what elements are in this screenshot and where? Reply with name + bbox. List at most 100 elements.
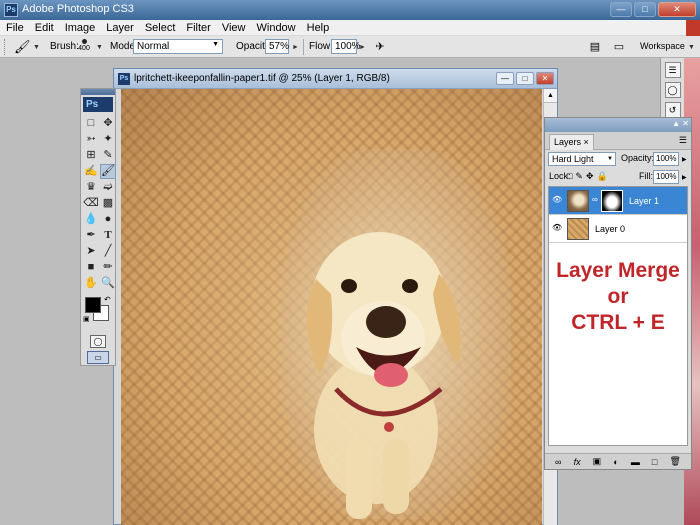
notes-tool-icon[interactable]: ■: [83, 260, 99, 275]
tool-preset-caret-icon[interactable]: ▼: [33, 44, 40, 51]
airbrush-icon[interactable]: ✈: [373, 40, 387, 54]
brush-caret-icon[interactable]: ▼: [96, 44, 103, 51]
doc-maximize-button[interactable]: □: [516, 72, 534, 85]
new-group-icon[interactable]: ▬: [631, 457, 640, 467]
mode-select[interactable]: Normal ▼: [133, 39, 223, 54]
layer-row-layer-1[interactable]: 👁 ∞ Layer 1: [549, 187, 687, 215]
path-selection-tool-icon[interactable]: ➤: [83, 244, 99, 259]
annotation-text: Layer Merge or CTRL + E: [544, 258, 692, 336]
crop-tool-icon[interactable]: ⊞: [83, 148, 99, 163]
layer-style-icon[interactable]: fx: [574, 457, 581, 467]
brush-size: 400: [78, 45, 90, 52]
color-swatches: ↶ ▣: [81, 295, 115, 325]
add-mask-icon[interactable]: ▣: [593, 456, 602, 467]
layer-opacity-value: 100%: [656, 154, 677, 163]
tab-layers[interactable]: Layers ×: [549, 134, 594, 150]
workspace-menu[interactable]: Workspace: [640, 41, 685, 51]
navigator-icon[interactable]: ◯: [664, 82, 681, 98]
menu-select[interactable]: Select: [145, 22, 176, 34]
menu-file[interactable]: File: [6, 22, 24, 34]
swap-colors-icon[interactable]: ↶: [104, 295, 111, 304]
adjustment-layer-icon[interactable]: ◐: [613, 457, 618, 467]
menu-help[interactable]: Help: [307, 22, 330, 34]
layer-opacity-label: Opacity:: [621, 153, 655, 163]
flow-caret-icon[interactable]: ►: [359, 44, 366, 51]
lock-options-icons[interactable]: □✎✥🔒: [567, 171, 611, 182]
eraser-tool-icon[interactable]: ⌫: [83, 196, 99, 211]
brush-preset-picker[interactable]: 400: [74, 37, 94, 57]
dodge-tool-icon[interactable]: ●: [100, 212, 116, 227]
menu-image[interactable]: Image: [65, 22, 96, 34]
palette-icon[interactable]: ▤: [588, 40, 602, 54]
workspace-caret-icon[interactable]: ▼: [688, 44, 695, 51]
panel-dock-icon[interactable]: ☰: [664, 62, 681, 78]
visibility-eye-icon[interactable]: 👁: [552, 224, 562, 232]
menu-window[interactable]: Window: [257, 22, 296, 34]
new-layer-icon[interactable]: □: [652, 457, 657, 467]
document-title-bar[interactable]: Ps lpritchett-ikeeponfallin-paper1.tif @…: [114, 69, 557, 89]
marquee-tool-icon[interactable]: □: [83, 116, 99, 131]
maximize-button[interactable]: □: [634, 2, 656, 17]
fill-value: 100%: [656, 172, 677, 181]
lasso-tool-icon[interactable]: ➳: [83, 132, 99, 147]
opacity-caret-icon[interactable]: ►: [292, 44, 299, 51]
blur-tool-icon[interactable]: 💧: [83, 212, 99, 227]
photoshop-logo[interactable]: Ps: [83, 97, 113, 112]
fill-field[interactable]: 100%: [653, 170, 679, 184]
menu-layer[interactable]: Layer: [106, 22, 134, 34]
tools-bottom: ◯ ▭: [81, 335, 115, 364]
eyedropper-tool-icon[interactable]: ✏: [100, 260, 116, 275]
bridge-icon[interactable]: ▭: [612, 40, 626, 54]
panel-menu-icon[interactable]: ☰: [679, 135, 687, 146]
options-grip[interactable]: [4, 39, 7, 55]
brush-tool-icon[interactable]: 🖌: [100, 164, 116, 179]
slice-tool-icon[interactable]: ✎: [100, 148, 116, 163]
blend-mode-value: Hard Light: [552, 154, 594, 164]
line-tool-icon[interactable]: ╱: [100, 244, 116, 259]
move-tool-icon[interactable]: ✥: [100, 116, 116, 131]
hand-tool-icon[interactable]: ✋: [83, 276, 99, 291]
tools-panel-header[interactable]: [81, 89, 115, 95]
visibility-eye-icon[interactable]: 👁: [552, 196, 562, 204]
doc-close-button[interactable]: ✕: [536, 72, 554, 85]
menu-view[interactable]: View: [222, 22, 246, 34]
brush-icon[interactable]: 🖌: [14, 39, 31, 55]
scroll-up-icon[interactable]: ▲: [544, 89, 557, 103]
flow-field[interactable]: 100%: [331, 39, 361, 54]
quick-mask-icon[interactable]: ◯: [90, 335, 106, 348]
layer-row-layer-0[interactable]: 👁 Layer 0: [549, 215, 687, 243]
magic-wand-tool-icon[interactable]: ✦: [100, 132, 116, 147]
zoom-tool-icon[interactable]: 🔍: [100, 276, 116, 291]
history-icon[interactable]: ↺: [664, 102, 681, 118]
layer-thumbnail: [567, 190, 589, 212]
mask-link-icon[interactable]: ∞: [592, 195, 598, 204]
foreground-color-swatch[interactable]: [85, 297, 101, 313]
close-tab-icon[interactable]: ×: [584, 137, 589, 147]
blend-mode-select[interactable]: Hard Light ▼: [548, 152, 616, 166]
app-title-bar: Ps Adobe Photoshop CS3 — □ ✕: [0, 0, 700, 20]
opacity-field[interactable]: 57%: [265, 39, 289, 54]
layers-panel-header[interactable]: ▲ ✕: [545, 118, 691, 132]
minimize-button[interactable]: —: [610, 2, 632, 17]
healing-brush-tool-icon[interactable]: ✍: [83, 164, 99, 179]
close-button[interactable]: ✕: [658, 2, 696, 17]
clone-stamp-tool-icon[interactable]: ♛: [83, 180, 99, 195]
history-brush-tool-icon[interactable]: ➫: [100, 180, 116, 195]
screen-mode-icon[interactable]: ▭: [87, 351, 109, 364]
layer-mask-thumbnail[interactable]: [601, 190, 623, 212]
gradient-tool-icon[interactable]: ▩: [100, 196, 116, 211]
menu-filter[interactable]: Filter: [186, 22, 210, 34]
panel-collapse-icon[interactable]: ▲ ✕: [672, 119, 689, 128]
layer-opacity-field[interactable]: 100%: [653, 152, 679, 166]
annotation-line-1: Layer Merge: [556, 259, 680, 282]
pen-tool-icon[interactable]: ✒: [83, 228, 99, 243]
fill-slider-icon[interactable]: ▶: [682, 174, 687, 181]
default-colors-icon[interactable]: ▣: [83, 315, 90, 323]
image-canvas[interactable]: [121, 89, 542, 525]
delete-layer-icon[interactable]: 🗑: [669, 456, 680, 467]
link-layers-icon[interactable]: ∞: [555, 457, 561, 467]
doc-minimize-button[interactable]: —: [496, 72, 514, 85]
menu-edit[interactable]: Edit: [35, 22, 54, 34]
type-tool-icon[interactable]: T: [100, 228, 116, 243]
opacity-slider-icon[interactable]: ▶: [682, 156, 687, 163]
